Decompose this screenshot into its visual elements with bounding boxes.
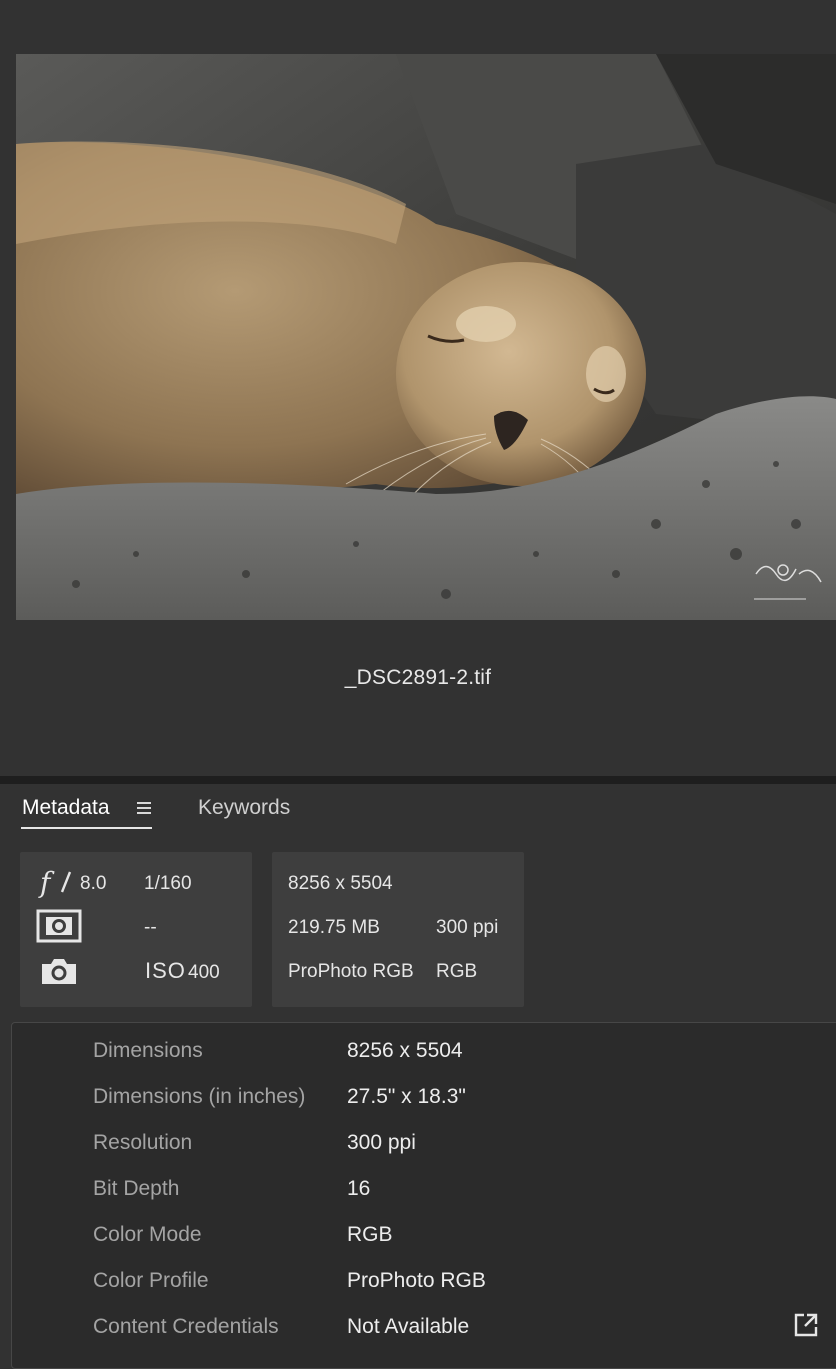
preview-area: _DSC2891-2.tif [0,0,836,776]
card-resolution: 300 ppi [436,917,499,938]
metadata-table: Dimensions 8256 x 5504 Dimensions (in in… [11,1022,836,1369]
file-info-card: 8256 x 5504 219.75 MB 300 ppi ProPhoto R… [272,852,524,1007]
aperture-value: 8.0 [80,873,107,894]
info-panel: Metadata Keywords f 8.0 1/160 -- ISO 400… [0,784,836,1369]
row-label: Dimensions [93,1039,203,1062]
tab-metadata[interactable]: Metadata [22,796,110,820]
iso-label: ISO [145,958,186,983]
table-row: Color Profile ProPhoto RGB [12,1269,832,1315]
tab-keywords[interactable]: Keywords [198,796,290,820]
card-color-profile: ProPhoto RGB [288,961,414,982]
row-value: 27.5" x 18.3" [347,1085,466,1108]
photo-preview[interactable] [16,54,836,620]
card-file-size: 219.75 MB [288,917,380,938]
row-value: RGB [347,1223,393,1246]
svg-text:f: f [38,866,55,898]
camera-icon [40,956,78,991]
table-row: Bit Depth 16 [12,1177,832,1223]
shutter-speed: 1/160 [144,873,192,894]
table-row: Resolution 300 ppi [12,1131,832,1177]
aperture-icon: f [38,866,72,903]
sea-lion-photo [16,54,836,620]
open-external-icon[interactable] [793,1312,819,1338]
row-label: Bit Depth [93,1177,180,1200]
metering-icon [36,909,82,948]
iso-value: 400 [188,962,220,983]
row-value: Not Available [347,1315,470,1338]
row-value: 16 [347,1177,371,1200]
panel-tabs: Metadata Keywords [0,784,836,832]
row-label: Content Credentials [93,1315,279,1338]
row-value: ProPhoto RGB [347,1269,486,1292]
card-color-mode: RGB [436,961,478,982]
active-tab-indicator [21,827,152,829]
file-name: _DSC2891-2.tif [344,666,492,689]
table-row: Color Mode RGB [12,1223,832,1269]
card-dimensions: 8256 x 5504 [288,873,393,894]
metering-value: -- [144,917,157,938]
row-label: Dimensions (in inches) [93,1085,306,1108]
row-value: 300 ppi [347,1131,416,1154]
row-label: Color Profile [93,1269,209,1292]
table-row: Content Credentials Not Available [12,1315,832,1361]
menu-icon[interactable] [135,800,153,816]
row-value: 8256 x 5504 [347,1039,463,1062]
exposure-card: f 8.0 1/160 -- ISO 400 [20,852,252,1007]
panel-divider[interactable] [0,776,836,784]
row-label: Resolution [93,1131,193,1154]
table-row: Dimensions 8256 x 5504 [12,1039,832,1085]
row-label: Color Mode [93,1223,202,1246]
table-row: Dimensions (in inches) 27.5" x 18.3" [12,1085,832,1131]
